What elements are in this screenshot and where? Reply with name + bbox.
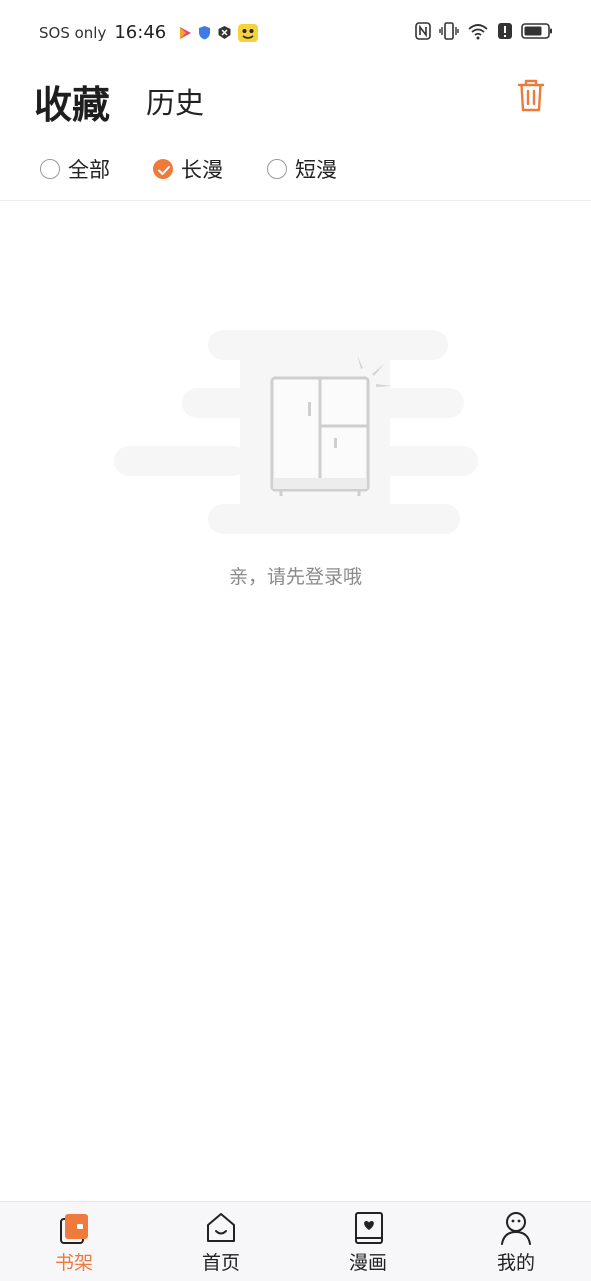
empty-message: 亲，请先登录哦	[228, 566, 362, 588]
checkmark-icon	[158, 166, 170, 175]
carrier-text: SOS only	[39, 23, 107, 42]
radio-unchecked[interactable]	[267, 159, 287, 179]
clock: 16:46	[114, 22, 167, 43]
comic-book-icon	[355, 1212, 383, 1244]
filter-long-comics[interactable]: 长漫	[153, 148, 223, 190]
filter-row: 全部 长漫 短漫	[0, 148, 591, 192]
shield-icon	[199, 26, 211, 40]
video-app-icon	[180, 26, 192, 39]
nav-comics[interactable]: 漫画	[323, 1202, 413, 1281]
status-bar: SOS only 16:46	[0, 0, 591, 66]
filter-label: 全部	[68, 158, 110, 182]
security-app-icon	[218, 26, 231, 39]
radio-checked[interactable]	[153, 159, 173, 179]
battery-icon	[521, 23, 552, 39]
nav-label: 首页	[201, 1252, 240, 1274]
nav-bookshelf[interactable]: 书架	[29, 1202, 119, 1281]
tab-history[interactable]: 历史	[146, 80, 204, 122]
alert-icon	[498, 23, 512, 39]
filter-label: 短漫	[295, 158, 337, 182]
profile-icon	[501, 1212, 531, 1245]
wifi-icon	[468, 24, 488, 40]
bookshelf-icon	[60, 1214, 88, 1244]
delete-button[interactable]	[514, 76, 548, 116]
yellow-app-icon	[238, 23, 259, 42]
trash-icon	[517, 79, 545, 112]
nav-label: 书架	[54, 1252, 93, 1274]
home-icon	[207, 1213, 235, 1242]
filter-all[interactable]: 全部	[40, 148, 110, 190]
vibrate-icon	[439, 22, 459, 40]
nav-label: 漫画	[348, 1252, 387, 1274]
header: 收藏 历史	[0, 66, 591, 136]
radio-unchecked[interactable]	[40, 159, 60, 179]
nav-profile[interactable]: 我的	[471, 1202, 561, 1281]
nav-label: 我的	[496, 1252, 535, 1274]
nfc-icon	[415, 22, 431, 40]
nav-home[interactable]: 首页	[176, 1202, 266, 1281]
cabinet-icon	[114, 330, 478, 534]
filter-label: 长漫	[181, 158, 223, 182]
bottom-nav: 书架 首页 漫画 我的	[0, 1201, 591, 1281]
tab-favorites[interactable]: 收藏	[34, 74, 110, 129]
divider	[0, 200, 591, 201]
filter-short-comics[interactable]: 短漫	[267, 148, 337, 190]
empty-illustration	[110, 326, 482, 540]
